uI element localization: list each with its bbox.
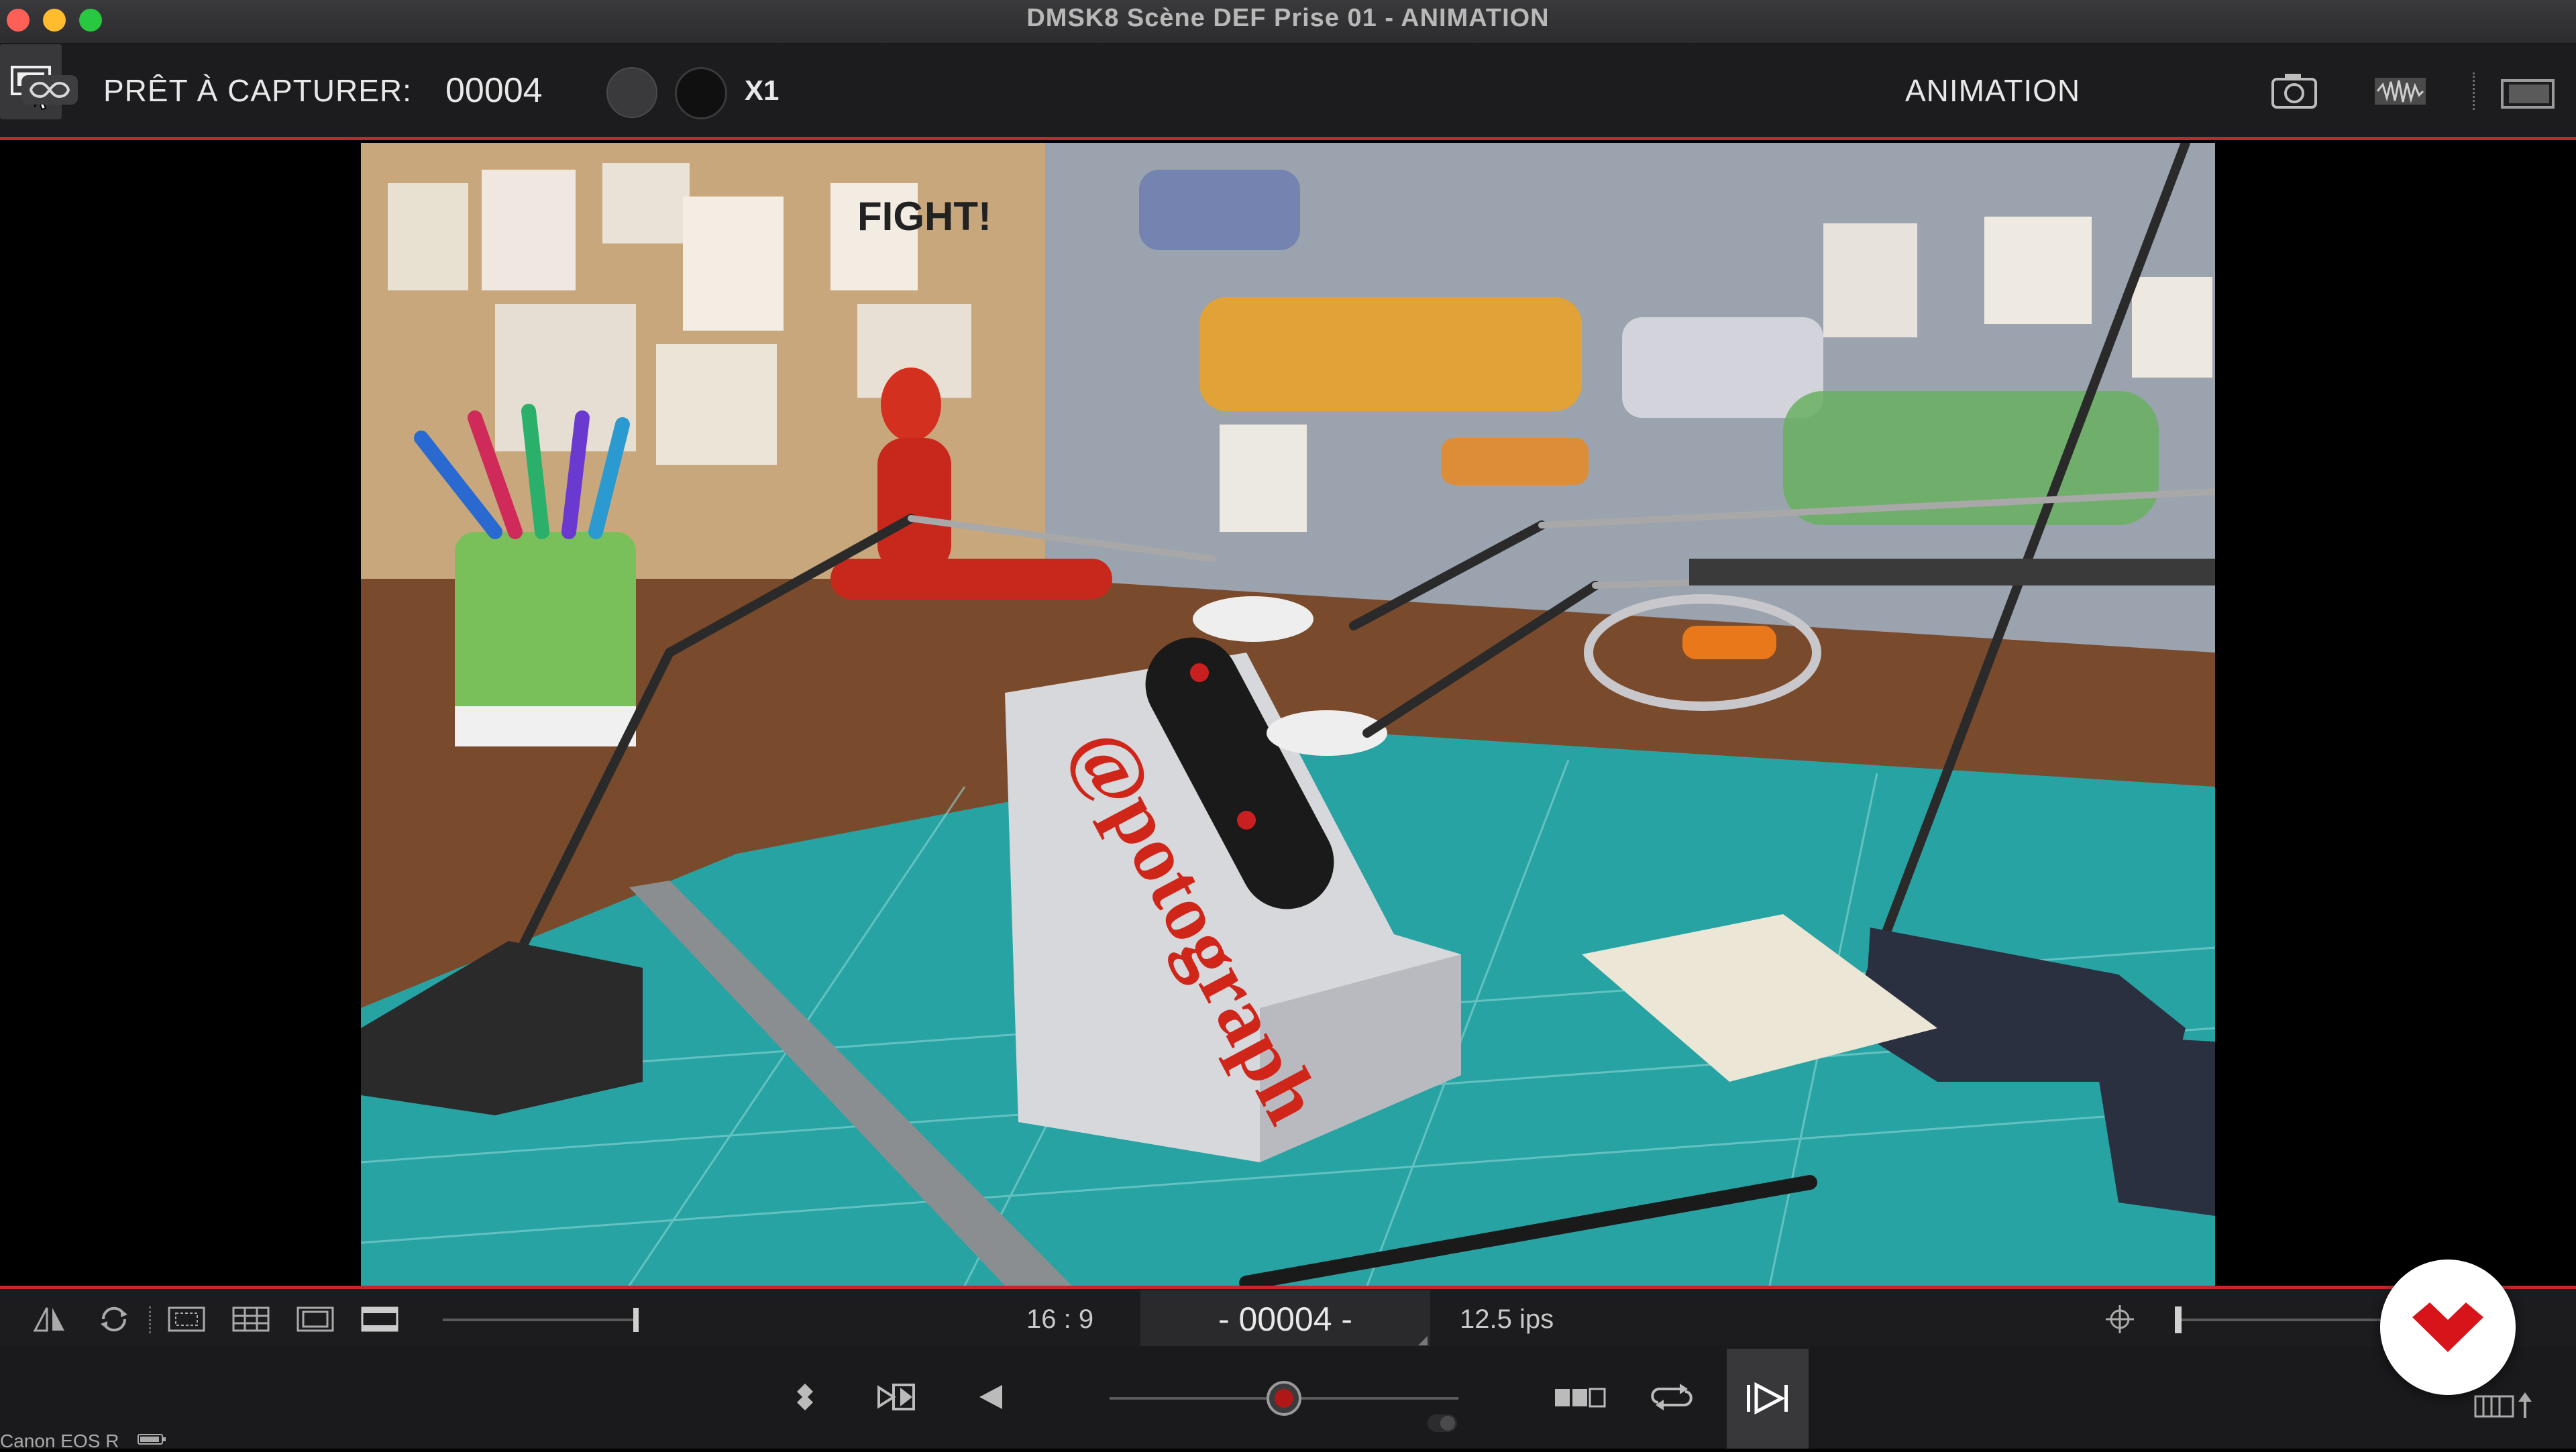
timeline-export-icon[interactable] bbox=[2471, 1387, 2545, 1425]
svg-text:FIGHT!: FIGHT! bbox=[857, 194, 991, 239]
toggle-switch-icon[interactable] bbox=[1422, 1406, 1462, 1440]
frame-guide-icon[interactable] bbox=[295, 1302, 335, 1336]
brand-logo-icon bbox=[2412, 1302, 2483, 1352]
loop-icon[interactable] bbox=[21, 75, 78, 105]
capture-indicator-button[interactable] bbox=[606, 67, 657, 118]
record-indicator-button[interactable] bbox=[675, 67, 727, 119]
zoom-slider-handle[interactable] bbox=[633, 1308, 639, 1332]
strip-separator bbox=[149, 1306, 151, 1333]
capture-toolbar: PRÊT À CAPTURER: 00004 X1 ANIMATION bbox=[0, 44, 2576, 140]
audio-waveform-icon[interactable] bbox=[2368, 62, 2432, 121]
grid-icon[interactable] bbox=[231, 1302, 271, 1336]
view-options-bar: 16 : 9 - 00004 - 12.5 ips bbox=[0, 1286, 2576, 1349]
flip-icon[interactable] bbox=[30, 1302, 70, 1336]
capture-multiplier[interactable]: X1 bbox=[745, 44, 779, 137]
onion-skin-slider-handle[interactable] bbox=[2175, 1306, 2182, 1333]
live-view-button[interactable] bbox=[1727, 1349, 1809, 1449]
window-title: DMSK8 Scène DEF Prise 01 - ANIMATION bbox=[1026, 4, 1550, 32]
loop-playback-icon[interactable] bbox=[1645, 1373, 1699, 1421]
live-view-icon bbox=[1747, 1382, 1788, 1415]
brand-logo-badge bbox=[2380, 1260, 2516, 1395]
window-layout-icon[interactable] bbox=[2494, 62, 2561, 121]
safe-area-icon[interactable] bbox=[166, 1302, 207, 1336]
step-back-icon[interactable] bbox=[970, 1373, 1010, 1421]
current-frame-display[interactable]: - 00004 - bbox=[1140, 1290, 1430, 1348]
live-view-frame[interactable]: FIGHT! @potograph bbox=[361, 143, 2215, 1286]
toolbar-separator bbox=[2473, 72, 2475, 110]
zoom-slider-track[interactable] bbox=[443, 1319, 637, 1321]
mirror-icon[interactable] bbox=[873, 1373, 920, 1421]
resize-corner-icon bbox=[1418, 1336, 1428, 1345]
crosshair-icon[interactable] bbox=[2100, 1302, 2140, 1336]
stop-motion-set-image: FIGHT! @potograph bbox=[361, 143, 2215, 1286]
shuttle-slider-handle[interactable] bbox=[1267, 1381, 1301, 1416]
onion-skin-icon[interactable] bbox=[1548, 1373, 1615, 1421]
keyframe-icon[interactable] bbox=[785, 1373, 825, 1421]
letterbox-icon[interactable] bbox=[360, 1302, 400, 1336]
camera-icon[interactable] bbox=[2262, 62, 2326, 121]
frame-counter: 00004 bbox=[445, 71, 543, 110]
mode-label[interactable]: ANIMATION bbox=[1905, 44, 2080, 137]
rotate-icon[interactable] bbox=[94, 1302, 134, 1336]
transport-bar: Canon EOS R bbox=[0, 1346, 2576, 1451]
onion-skin-slider-track[interactable] bbox=[2175, 1319, 2403, 1321]
ready-to-capture-label: PRÊT À CAPTURER: bbox=[103, 73, 412, 108]
battery-icon bbox=[138, 1434, 166, 1445]
current-frame-value: - 00004 - bbox=[1218, 1300, 1353, 1338]
aspect-ratio-label[interactable]: 16 : 9 bbox=[1026, 1289, 1093, 1349]
live-view-area[interactable]: FIGHT! @potograph bbox=[0, 140, 2576, 1286]
camera-model-label: Canon EOS R bbox=[0, 1431, 119, 1451]
title-bar: DMSK8 Scène DEF Prise 01 - ANIMATION bbox=[0, 0, 2576, 44]
frame-rate-label[interactable]: 12.5 ips bbox=[1460, 1289, 1554, 1349]
